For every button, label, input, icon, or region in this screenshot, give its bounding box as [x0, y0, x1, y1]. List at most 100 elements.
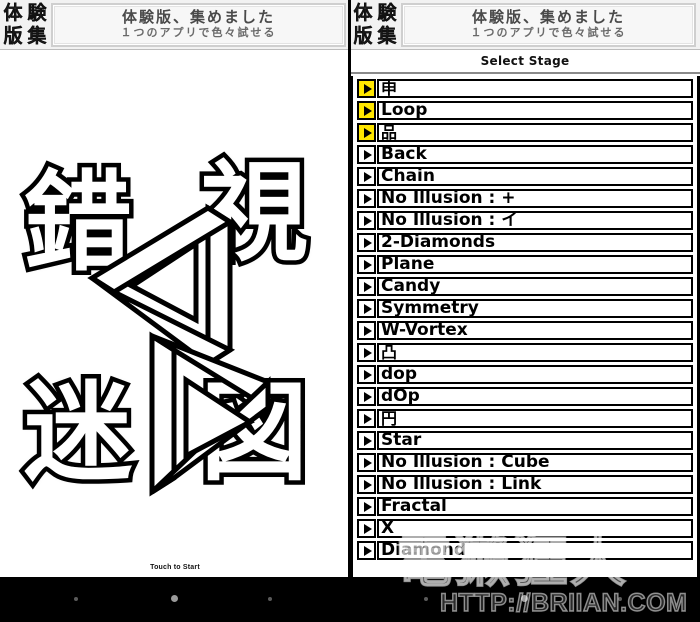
play-icon[interactable]: [357, 255, 376, 274]
stage-label[interactable]: 円: [377, 409, 693, 428]
stage-label[interactable]: No Illusion : Link: [377, 475, 693, 494]
play-icon[interactable]: [357, 79, 376, 98]
ad-logo-badge: 体 験 版 集: [1, 1, 49, 48]
play-icon[interactable]: [357, 541, 376, 560]
play-icon[interactable]: [357, 387, 376, 406]
play-icon[interactable]: [357, 453, 376, 472]
stage-row[interactable]: X: [357, 518, 693, 539]
play-icon[interactable]: [357, 519, 376, 538]
ad-text-block-right[interactable]: 体験版、集めました １つのアプリで色々試せる: [401, 2, 696, 47]
ad-logo-char-1: 体: [353, 2, 373, 24]
panel-divider: [348, 0, 351, 622]
play-icon[interactable]: [357, 145, 376, 164]
stage-label[interactable]: dOp: [377, 387, 693, 406]
stage-label[interactable]: 品: [377, 123, 693, 142]
stage-row[interactable]: Back: [357, 144, 693, 165]
select-stage-title: Select Stage: [480, 54, 570, 68]
stage-label[interactable]: Plane: [377, 255, 693, 274]
play-icon[interactable]: [357, 365, 376, 384]
ad-logo-char-4: 集: [27, 25, 47, 47]
stage-label[interactable]: 申: [377, 79, 693, 98]
android-nav-bar-right: [350, 577, 700, 622]
play-icon[interactable]: [357, 431, 376, 450]
stage-row[interactable]: 円: [357, 408, 693, 429]
play-icon[interactable]: [357, 497, 376, 516]
stage-label[interactable]: Loop: [377, 101, 693, 120]
stage-row[interactable]: No Illusion : Cube: [357, 452, 693, 473]
stage-label[interactable]: No Illusion : +: [377, 189, 693, 208]
stage-label[interactable]: Star: [377, 431, 693, 450]
ad-logo-char-3: 版: [353, 25, 373, 47]
stage-label[interactable]: No Illusion : イ: [377, 211, 693, 230]
stage-label[interactable]: 2-Diamonds: [377, 233, 693, 252]
play-icon[interactable]: [357, 123, 376, 142]
splash-screen[interactable]: 錯 視 迷 図 Touch to Start: [0, 50, 350, 577]
stage-row[interactable]: W-Vortex: [357, 320, 693, 341]
android-nav-bar: [0, 577, 350, 622]
nav-home-dot-icon[interactable]: [521, 595, 528, 602]
nav-back-dot-icon[interactable]: [74, 597, 78, 601]
stage-row[interactable]: Fractal: [357, 496, 693, 517]
play-icon[interactable]: [357, 277, 376, 296]
game-title: 錯 視 迷 図: [0, 50, 350, 520]
stage-row[interactable]: 凸: [357, 342, 693, 363]
nav-home-dot-icon[interactable]: [171, 595, 178, 602]
stage-row[interactable]: Symmetry: [357, 298, 693, 319]
stage-label[interactable]: W-Vortex: [377, 321, 693, 340]
stage-row[interactable]: dop: [357, 364, 693, 385]
ad-logo-char-3: 版: [3, 25, 23, 47]
stage-row[interactable]: Star: [357, 430, 693, 451]
ad-logo-badge-right: 体 験 版 集: [351, 1, 399, 48]
play-icon[interactable]: [357, 409, 376, 428]
stage-row[interactable]: No Illusion : +: [357, 188, 693, 209]
play-icon[interactable]: [357, 475, 376, 494]
play-icon[interactable]: [357, 189, 376, 208]
stage-label[interactable]: X: [377, 519, 693, 538]
play-icon[interactable]: [357, 343, 376, 362]
select-stage-header: Select Stage: [350, 50, 700, 74]
ad-banner-right[interactable]: 体 験 版 集 体験版、集めました １つのアプリで色々試せる: [350, 0, 700, 50]
nav-recents-dot-icon[interactable]: [618, 597, 622, 601]
nav-recents-dot-icon[interactable]: [268, 597, 272, 601]
stage-label[interactable]: Symmetry: [377, 299, 693, 318]
ad-headline: 体験版、集めました: [471, 8, 625, 26]
stage-label[interactable]: dop: [377, 365, 693, 384]
stage-row[interactable]: 申: [357, 78, 693, 99]
screenshot-root: 体 験 版 集 体験版、集めました １つのアプリで色々試せる 錯 視 迷 図 T…: [0, 0, 700, 622]
stage-row[interactable]: dOp: [357, 386, 693, 407]
stage-label[interactable]: Back: [377, 145, 693, 164]
right-phone-panel: 体 験 版 集 体験版、集めました １つのアプリで色々試せる Select St…: [350, 0, 700, 622]
touch-to-start-label[interactable]: Touch to Start: [0, 564, 350, 571]
stage-label[interactable]: 凸: [377, 343, 693, 362]
play-icon[interactable]: [357, 101, 376, 120]
stage-label[interactable]: Chain: [377, 167, 693, 186]
play-icon[interactable]: [357, 321, 376, 340]
nav-back-dot-icon[interactable]: [424, 597, 428, 601]
stage-row[interactable]: Diamond: [357, 540, 693, 561]
stage-row[interactable]: Loop: [357, 100, 693, 121]
stage-label[interactable]: No Illusion : Cube: [377, 453, 693, 472]
stage-row[interactable]: No Illusion : Link: [357, 474, 693, 495]
stage-label[interactable]: Fractal: [377, 497, 693, 516]
ad-subline: １つのアプリで色々試せる: [470, 26, 627, 39]
ad-text-block[interactable]: 体験版、集めました １つのアプリで色々試せる: [51, 2, 346, 47]
penrose-impossible-figure-icon: [87, 203, 271, 497]
ad-logo-char-2: 験: [377, 2, 397, 24]
stage-row[interactable]: 品: [357, 122, 693, 143]
stage-label[interactable]: Diamond: [377, 541, 693, 560]
stage-label[interactable]: Candy: [377, 277, 693, 296]
ad-logo-char-1: 体: [3, 2, 23, 24]
ad-logo-char-4: 集: [377, 25, 397, 47]
stage-row[interactable]: No Illusion : イ: [357, 210, 693, 231]
stage-row[interactable]: Candy: [357, 276, 693, 297]
stage-row[interactable]: Plane: [357, 254, 693, 275]
stage-row[interactable]: Chain: [357, 166, 693, 187]
play-icon[interactable]: [357, 233, 376, 252]
ad-banner[interactable]: 体 験 版 集 体験版、集めました １つのアプリで色々試せる: [0, 0, 350, 50]
stage-list[interactable]: 申 Loop 品 Back Chain No Illusion : + No Illusio…: [350, 76, 700, 577]
play-icon[interactable]: [357, 211, 376, 230]
stage-row[interactable]: 2-Diamonds: [357, 232, 693, 253]
ad-headline: 体験版、集めました: [121, 8, 275, 26]
play-icon[interactable]: [357, 299, 376, 318]
play-icon[interactable]: [357, 167, 376, 186]
